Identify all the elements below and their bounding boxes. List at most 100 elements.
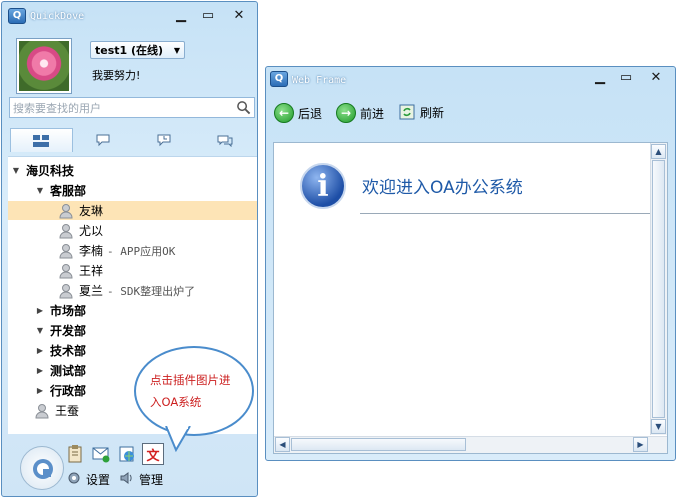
tab-chat[interactable]	[73, 128, 134, 152]
tab-messages[interactable]	[194, 128, 255, 152]
tree-label: 客服部	[50, 184, 87, 198]
tree-label: 行政部	[50, 384, 87, 398]
oa-plugin-button[interactable]: 文	[142, 443, 164, 465]
expand-down-icon[interactable]: ▼	[34, 186, 46, 195]
panel-tabs	[10, 128, 255, 152]
q-logo-icon	[33, 459, 53, 479]
refresh-label: 刷新	[420, 105, 445, 120]
tree-user[interactable]: 李楠 - APP应用OK	[8, 241, 257, 260]
settings-button[interactable]: 设置	[86, 471, 110, 488]
user-icon	[35, 403, 49, 418]
status-note: - APP应用OK	[107, 244, 176, 258]
tree-label: 海贝科技	[26, 164, 75, 178]
scroll-thumb[interactable]	[652, 160, 665, 418]
tree-label: 尤以	[79, 224, 104, 238]
user-icon	[59, 243, 73, 258]
scroll-right-icon[interactable]: ▶	[633, 437, 648, 452]
avatar-image	[19, 41, 69, 91]
refresh-icon	[399, 104, 415, 120]
tree-group[interactable]: ▼ 开发部	[8, 321, 257, 340]
welcome-text: 欢迎进入OA办公系统	[362, 178, 523, 198]
tree-user[interactable]: 夏兰 - SDK整理出炉了	[8, 281, 257, 300]
tab-contacts[interactable]	[10, 128, 73, 152]
user-icon	[59, 283, 73, 298]
scroll-left-icon[interactable]: ◀	[275, 437, 290, 452]
chevron-down-icon: ▼	[173, 45, 180, 55]
title-bar: Q QuickDove ▁ ▭ ✕	[2, 2, 257, 30]
web-content: i 欢迎进入OA办公系统 ▲ ▼ ◀ ▶	[273, 142, 668, 454]
tree-label: 王祥	[79, 264, 104, 278]
refresh-button[interactable]: 刷新	[398, 103, 444, 121]
callout-text: 点击插件图片进入OA系统	[150, 373, 231, 409]
quickdove-logo[interactable]	[20, 446, 64, 490]
callout-pointer	[165, 426, 191, 452]
maximize-button[interactable]: ▭	[615, 69, 637, 85]
tree-group[interactable]: ▶ 市场部	[8, 301, 257, 320]
search-placeholder: 搜索要查找的用户	[13, 102, 101, 115]
history-icon	[157, 134, 171, 147]
status-label: test1 (在线)	[95, 44, 164, 57]
scroll-up-icon[interactable]: ▲	[651, 144, 666, 159]
close-button[interactable]: ✕	[228, 7, 250, 23]
search-input[interactable]: 搜索要查找的用户	[9, 97, 255, 118]
tree-label: 王蚕	[55, 404, 80, 418]
mail-plugin-icon[interactable]	[92, 445, 110, 463]
expand-down-icon[interactable]: ▼	[34, 326, 46, 335]
user-icon	[59, 223, 73, 238]
tree-label: 市场部	[50, 304, 87, 318]
messages-icon	[217, 135, 233, 147]
arrow-left-icon: ←	[274, 103, 294, 123]
forward-label: 前进	[360, 106, 385, 121]
status-dropdown[interactable]: test1 (在线) ▼	[90, 41, 185, 59]
expand-down-icon[interactable]: ▼	[10, 166, 22, 175]
tree-group[interactable]: ▼ 客服部	[8, 181, 257, 200]
tree-label: 友琳	[79, 204, 104, 218]
tree-user[interactable]: 友琳	[8, 201, 257, 220]
app-logo-icon: Q	[8, 8, 26, 24]
speaker-icon[interactable]	[119, 470, 135, 486]
tree-label: 技术部	[50, 344, 87, 358]
expand-right-icon[interactable]: ▶	[34, 366, 46, 375]
divider	[360, 213, 660, 214]
gear-icon[interactable]	[66, 470, 82, 486]
status-note: - SDK整理出炉了	[107, 284, 196, 298]
minimize-button[interactable]: ▁	[589, 69, 611, 85]
contacts-icon	[33, 134, 50, 147]
window-title: Web Frame	[292, 75, 347, 86]
signature[interactable]: 我要努力!	[92, 67, 140, 83]
tree-label: 李楠	[79, 244, 104, 258]
tree-label: 测试部	[50, 364, 87, 378]
back-button[interactable]: ← 后退	[274, 103, 322, 123]
web-plugin-icon[interactable]	[118, 445, 136, 463]
maximize-button[interactable]: ▭	[197, 7, 219, 23]
oa-plugin-icon: 文	[146, 448, 160, 464]
expand-right-icon[interactable]: ▶	[34, 346, 46, 355]
tree-label: 夏兰	[79, 284, 104, 298]
quickdove-window: Q QuickDove ▁ ▭ ✕ test1 (在线) ▼ 我要努力! 搜索要…	[1, 1, 258, 497]
arrow-right-icon: →	[336, 103, 356, 123]
avatar[interactable]	[16, 38, 72, 94]
scroll-down-icon[interactable]: ▼	[651, 419, 666, 434]
close-button[interactable]: ✕	[645, 69, 667, 85]
forward-button[interactable]: → 前进	[336, 103, 384, 123]
info-icon: i	[300, 163, 346, 209]
search-icon[interactable]	[236, 100, 251, 115]
tree-user[interactable]: 尤以	[8, 221, 257, 240]
minimize-button[interactable]: ▁	[170, 7, 192, 23]
tree-group[interactable]: ▼ 海贝科技	[8, 161, 257, 180]
tree-user[interactable]: 王祥	[8, 261, 257, 280]
user-icon	[59, 203, 73, 218]
expand-right-icon[interactable]: ▶	[34, 306, 46, 315]
expand-right-icon[interactable]: ▶	[34, 386, 46, 395]
scroll-thumb-horizontal[interactable]	[291, 438, 466, 451]
chat-icon	[96, 134, 110, 147]
horizontal-scrollbar[interactable]: ◀ ▶	[274, 436, 667, 453]
tab-history[interactable]	[134, 128, 195, 152]
back-label: 后退	[298, 106, 323, 121]
notes-plugin-icon[interactable]	[66, 445, 84, 463]
callout-bubble: 点击插件图片进入OA系统	[134, 346, 254, 436]
web-frame-window: Q Web Frame ▁ ▭ ✕ ← 后退 → 前进 刷新 i 欢迎进入OA办…	[265, 66, 676, 461]
manage-button[interactable]: 管理	[139, 471, 163, 488]
vertical-scrollbar[interactable]: ▲ ▼	[650, 143, 667, 435]
tree-label: 开发部	[50, 324, 87, 338]
